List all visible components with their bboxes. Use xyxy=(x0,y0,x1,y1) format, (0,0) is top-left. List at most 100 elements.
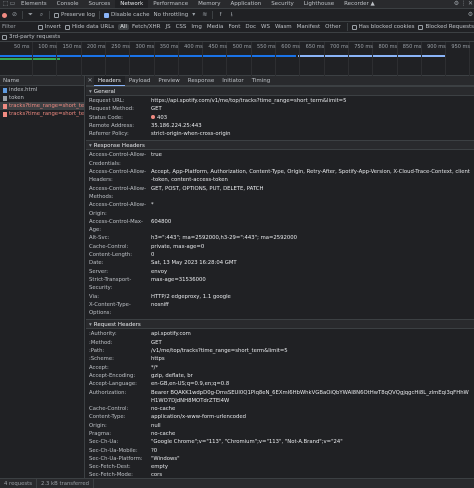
header-value[interactable]: Sat, 13 May 2023 16:28:04 GMT xyxy=(151,259,474,267)
header-value-text: application/x-www-form-urlencoded xyxy=(151,414,246,421)
detail-tab-timing[interactable]: Timing xyxy=(248,76,275,86)
header-value[interactable]: no-cache xyxy=(151,430,474,438)
header-value[interactable]: ?0 xyxy=(151,447,474,455)
record-icon[interactable] xyxy=(2,12,7,18)
request-row[interactable]: token xyxy=(0,94,84,102)
filter-type-manifest[interactable]: Manifest xyxy=(295,24,322,30)
header-row: Cache-Control: no-cache xyxy=(86,405,474,413)
header-value[interactable]: Accept, App-Platform, Authorization, Con… xyxy=(151,168,474,185)
filter-type-js[interactable]: JS xyxy=(163,24,172,30)
timeline-overview[interactable]: 50 ms 100 ms 150 ms 200 ms 250 ms 300 ms 350 m… xyxy=(0,42,474,76)
devtools-tab-memory[interactable]: Memory xyxy=(193,0,225,8)
header-row: Access-Control-Allow-Headers: Accept, App… xyxy=(86,168,474,185)
filter-type-css[interactable]: CSS xyxy=(174,24,189,30)
upload-icon[interactable]: ⭱ xyxy=(217,12,224,19)
header-value[interactable]: gzip, deflate, br xyxy=(151,372,474,380)
header-value[interactable]: https xyxy=(151,355,474,363)
filter-icon[interactable]: ⏷ xyxy=(27,12,34,19)
has-blocked-cookies-checkbox[interactable]: Has blocked cookies xyxy=(351,24,414,30)
header-value[interactable]: https://api.spotify.com/v1/me/top/tracks… xyxy=(151,97,474,105)
request-name: index.html xyxy=(9,87,38,93)
header-value[interactable]: no-cache xyxy=(151,405,474,413)
name-column-header[interactable]: Name xyxy=(0,76,84,86)
header-value[interactable]: 35.186.224.25:443 xyxy=(151,122,474,130)
request-headers-section-header[interactable]: ▾ Request Headers xyxy=(86,319,474,330)
close-devtools-icon[interactable]: ✕ xyxy=(467,1,474,8)
device-toolbar-icon[interactable]: ▭ xyxy=(9,1,16,8)
close-details-icon[interactable]: ✕ xyxy=(86,77,94,84)
detail-tab-payload[interactable]: Payload xyxy=(125,76,154,86)
header-value[interactable]: true xyxy=(151,151,474,168)
devtools-tab-sources[interactable]: Sources xyxy=(83,0,115,8)
preserve-log-checkbox[interactable]: Preserve log xyxy=(54,12,95,18)
devtools-tab-elements[interactable]: Elements xyxy=(16,0,52,8)
invert-checkbox[interactable]: Invert xyxy=(37,24,61,30)
filter-type-ws[interactable]: WS xyxy=(259,24,272,30)
header-value[interactable]: GET, POST, OPTIONS, PUT, DELETE, PATCH xyxy=(151,185,474,202)
devtools-tab-performance[interactable]: Performance xyxy=(148,0,193,8)
filter-type-all[interactable]: All xyxy=(118,24,129,30)
throttle-select[interactable]: No throttling ▾ xyxy=(153,12,197,19)
filter-type-font[interactable]: Font xyxy=(226,24,242,30)
header-value[interactable]: max-age=31536000 xyxy=(151,276,474,293)
header-value[interactable]: envoy xyxy=(151,268,474,276)
detail-tab-headers[interactable]: Headers xyxy=(94,76,125,86)
third-party-checkbox[interactable]: 3rd-party requests xyxy=(2,34,60,40)
search-icon[interactable]: ⌕ xyxy=(38,12,45,19)
clear-icon[interactable]: ⊘ xyxy=(11,12,18,19)
header-value[interactable]: en-GB,en-US;q=0.9,en;q=0.8 xyxy=(151,380,474,388)
network-settings-icon[interactable]: ⚙ xyxy=(467,12,474,19)
header-value[interactable]: /v1/me/top/tracks?time_range=short_term&… xyxy=(151,347,474,355)
header-value[interactable]: HTTP/2 edgeproxy, 1.1 google xyxy=(151,293,474,301)
disable-cache-checkbox[interactable]: Disable cache xyxy=(104,12,149,18)
download-icon[interactable]: ⭳ xyxy=(228,12,235,19)
header-value[interactable]: empty xyxy=(151,463,474,471)
header-value[interactable]: */* xyxy=(151,364,474,372)
filter-type-wasm[interactable]: Wasm xyxy=(273,24,294,30)
header-value[interactable]: Bearer BQAKK1wdpD0g-DmsSEUl0Q1PIq8eN_6EX… xyxy=(151,389,474,406)
header-value[interactable]: strict-origin-when-cross-origin xyxy=(151,130,474,138)
filter-type-img[interactable]: Img xyxy=(189,24,203,30)
detail-tab-preview[interactable]: Preview xyxy=(154,76,183,86)
detail-tab-initiator[interactable]: Initiator xyxy=(218,76,247,86)
filter-type-fetchxhr[interactable]: Fetch/XHR xyxy=(130,24,163,30)
devtools-tab-network[interactable]: Network xyxy=(115,0,149,8)
header-value[interactable]: private, max-age=0 xyxy=(151,243,474,251)
header-value[interactable]: GET xyxy=(151,105,474,113)
devtools-tab-lighthouse[interactable]: Lighthouse xyxy=(299,0,339,8)
hide-data-urls-checkbox[interactable]: Hide data URLs xyxy=(64,24,114,30)
header-value[interactable]: "Windows" xyxy=(151,455,474,463)
header-value[interactable]: * xyxy=(151,201,474,218)
filter-input[interactable]: Filter xyxy=(2,24,34,30)
general-section-header[interactable]: ▾ General xyxy=(86,86,474,96)
request-row[interactable]: tracks?time_range=short_ter... xyxy=(0,102,84,110)
filter-type-media[interactable]: Media xyxy=(205,24,226,30)
wifi-icon[interactable]: ≋ xyxy=(201,12,208,19)
devtools-tab-security[interactable]: Security xyxy=(266,0,299,8)
header-value[interactable]: null xyxy=(151,422,474,430)
filter-type-doc[interactable]: Doc xyxy=(243,24,258,30)
header-value[interactable]: 0 xyxy=(151,251,474,259)
header-value[interactable]: 604800 xyxy=(151,218,474,235)
header-value-text: 604800 xyxy=(151,218,172,225)
inspect-cursor-icon[interactable]: ⬚ xyxy=(2,1,9,8)
detail-tab-response[interactable]: Response xyxy=(184,76,218,86)
kebab-menu-icon[interactable]: ⋮ xyxy=(460,1,467,8)
response-headers-section-header[interactable]: ▾ Response Headers xyxy=(86,140,474,151)
header-value[interactable]: api.spotify.com xyxy=(151,330,474,338)
request-row[interactable]: tracks?time_range=short_ter... xyxy=(0,110,84,118)
settings-icon[interactable]: ⚙ xyxy=(453,1,460,8)
header-value[interactable]: h3=":443"; ma=2592000,h3-29=":443"; ma=2… xyxy=(151,234,474,242)
header-value[interactable]: "Google Chrome";v="113", "Chromium";v="1… xyxy=(151,438,474,446)
header-value[interactable]: nosniff xyxy=(151,301,474,318)
general-title: General xyxy=(93,89,116,95)
request-row[interactable]: index.html xyxy=(0,86,84,94)
header-value[interactable]: GET xyxy=(151,339,474,347)
devtools-tab-application[interactable]: Application xyxy=(225,0,266,8)
devtools-tab-recorder[interactable]: Recorder ▲ xyxy=(339,0,380,8)
blocked-requests-checkbox[interactable]: Blocked Requests xyxy=(418,24,474,30)
header-value[interactable]: 403 xyxy=(151,114,474,122)
devtools-tab-console[interactable]: Console xyxy=(52,0,84,8)
filter-type-other[interactable]: Other xyxy=(323,24,343,30)
header-value[interactable]: application/x-www-form-urlencoded xyxy=(151,413,474,421)
